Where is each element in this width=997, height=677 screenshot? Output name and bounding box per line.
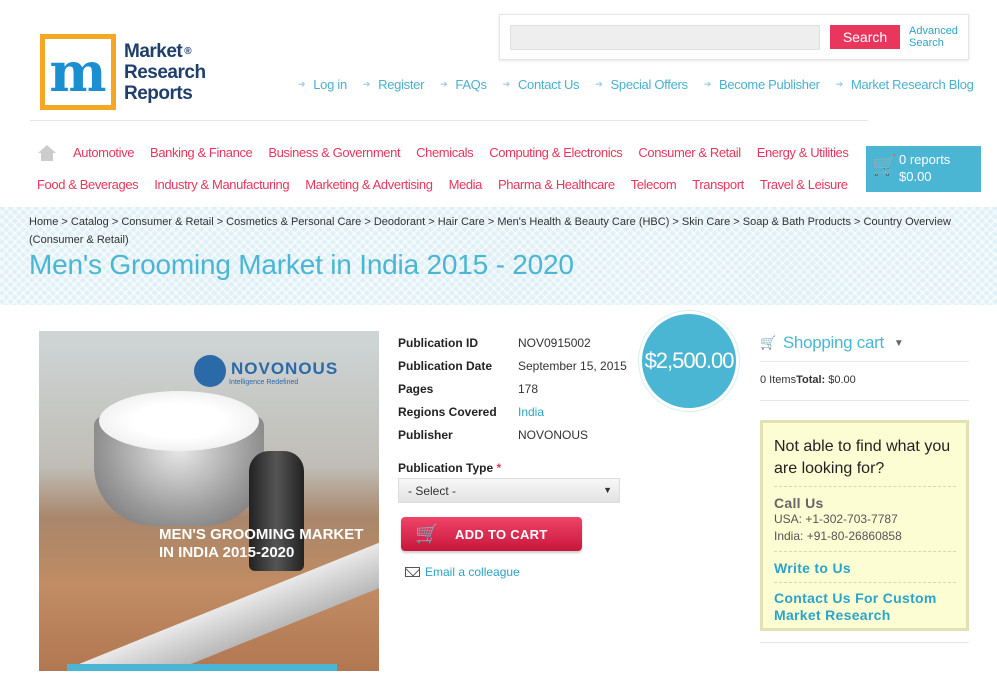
detail-value: September 15, 2015 <box>518 358 627 373</box>
cover-bar <box>67 664 337 671</box>
divider <box>760 361 969 362</box>
custom-research-link[interactable]: Contact Us For Custom Market Research <box>774 590 956 624</box>
category-banking-finance[interactable]: Banking & Finance <box>150 145 253 161</box>
detail-row: Publication Date September 15, 2015 <box>398 354 627 377</box>
search-input[interactable] <box>510 25 820 50</box>
cover-brand-tagline: Intelligence Redefined <box>229 379 299 386</box>
arrow-right-icon: ➔ <box>835 79 844 89</box>
novonous-logo-mark <box>194 355 226 387</box>
report-cover-image: NOVONOUS Intelligence Redefined MEN'S GR… <box>39 331 379 671</box>
top-link-register[interactable]: ➔ Register <box>362 77 425 92</box>
category-marketing-advertising[interactable]: Marketing & Advertising <box>305 177 433 192</box>
detail-row: Pages 178 <box>398 377 627 400</box>
top-link-become-publisher[interactable]: ➔ Become Publisher <box>704 77 820 92</box>
divider <box>760 400 969 401</box>
header-cart-button[interactable]: 🛒 0 reports $0.00 <box>866 146 981 192</box>
divider <box>30 120 868 121</box>
shopping-cart-totals: 0 ItemsTotal: $0.00 <box>760 374 856 386</box>
category-travel-leisure[interactable]: Travel & Leisure <box>760 177 848 192</box>
detail-row: Publisher NOVONOUS <box>398 423 627 446</box>
site-logo[interactable]: m Market ® Research Reports <box>40 32 230 112</box>
category-media[interactable]: Media <box>449 177 483 192</box>
cover-foam <box>99 391 259 451</box>
top-link-log-in[interactable]: ➔ Log in <box>298 77 347 92</box>
detail-label: Pages <box>398 381 434 396</box>
category-energy-utilities[interactable]: Energy & Utilities <box>757 145 849 161</box>
top-link-special-offers[interactable]: ➔ Special Offers <box>595 77 688 92</box>
search-button[interactable]: Search <box>830 25 900 49</box>
logo-mark: m <box>40 34 116 110</box>
help-box: Not able to find what you are looking fo… <box>760 420 969 631</box>
add-to-cart-button[interactable]: 🛒 ADD TO CART <box>401 517 582 551</box>
advanced-search-link[interactable]: Advanced Search <box>909 25 958 49</box>
category-business-government[interactable]: Business & Government <box>268 145 400 161</box>
cover-brand: NOVONOUS <box>231 359 339 378</box>
detail-label: Publication ID <box>398 335 479 350</box>
arrow-right-icon: ➔ <box>502 79 511 89</box>
arrow-right-icon: ➔ <box>298 79 306 89</box>
breadcrumb[interactable]: Home > Catalog > Consumer & Retail > Cos… <box>29 213 959 249</box>
email-colleague-link[interactable]: Email a colleague <box>405 565 520 579</box>
search-box: Search Advanced Search <box>499 14 969 60</box>
category-industry-manufacturing[interactable]: Industry & Manufacturing <box>154 177 289 192</box>
detail-row: Regions Covered India <box>398 400 627 423</box>
dropdown-arrow-icon: ▼ <box>603 485 612 495</box>
top-link-market-research-blog[interactable]: ➔ Market Research Blog <box>836 77 974 92</box>
category-transport[interactable]: Transport <box>692 177 744 192</box>
detail-label: Regions Covered <box>398 404 497 419</box>
envelope-icon <box>405 567 420 577</box>
call-us-heading: Call Us <box>774 495 824 511</box>
category-nav-row-2: Food & Beverages Industry & Manufacturing… <box>37 177 848 192</box>
arrow-right-icon: ➔ <box>440 79 448 89</box>
category-pharma-healthcare[interactable]: Pharma & Healthcare <box>498 177 615 192</box>
category-food-beverages[interactable]: Food & Beverages <box>37 177 139 192</box>
page-title: Men's Grooming Market in India 2015 - 20… <box>29 249 574 280</box>
logo-text: Market ® Research Reports <box>124 40 206 104</box>
detail-value[interactable]: India <box>518 405 544 419</box>
detail-row: Publication ID NOV0915002 <box>398 331 627 354</box>
detail-label: Publication Date <box>398 358 493 373</box>
chevron-down-icon: ▼ <box>893 337 904 349</box>
cart-icon: 🛒 <box>415 524 439 545</box>
category-chemicals[interactable]: Chemicals <box>416 145 473 161</box>
arrow-right-icon: ➔ <box>362 79 371 89</box>
arrow-right-icon: ➔ <box>703 79 712 89</box>
price-badge: $2,500.00 <box>639 311 739 411</box>
top-link-contact-us[interactable]: ➔ Contact Us <box>503 77 580 92</box>
home-icon[interactable] <box>38 145 56 161</box>
write-to-us-link[interactable]: Write to Us <box>774 560 956 583</box>
publication-type-select[interactable]: - Select - ▼ <box>398 478 620 503</box>
publication-details: Publication ID NOV0915002 Publication Date… <box>398 331 627 446</box>
top-link-faqs[interactable]: ➔ FAQs <box>440 77 487 92</box>
cart-icon: 🛒 <box>760 335 776 350</box>
detail-value: 178 <box>518 381 539 396</box>
shopping-cart-header[interactable]: 🛒 Shopping cart ▼ <box>760 333 904 353</box>
category-automotive[interactable]: Automotive <box>73 145 134 161</box>
publication-type-label: Publication Type * <box>398 461 502 475</box>
category-computing-electronics[interactable]: Computing & Electronics <box>489 145 623 161</box>
cover-title: MEN'S GROOMING MARKET IN INDIA 2015-2020 <box>159 526 364 561</box>
phone-india: India: +91-80-26860858 <box>774 529 902 543</box>
cart-amount: $0.00 <box>899 169 932 184</box>
cart-icon: 🛒 <box>872 155 897 177</box>
category-telecom[interactable]: Telecom <box>631 177 677 192</box>
phone-usa: USA: +1-302-703-7787 <box>774 512 898 526</box>
detail-label: Publisher <box>398 427 453 442</box>
help-question: Not able to find what you are looking fo… <box>774 436 956 487</box>
detail-value: NOV0915002 <box>518 335 591 350</box>
category-consumer-retail[interactable]: Consumer & Retail <box>638 145 741 161</box>
top-links: ➔ Log in ➔ Register ➔ FAQs ➔ Contact Us ➔ Special… <box>298 77 990 92</box>
category-nav-row-1: Automotive Banking & Finance Business & Go… <box>38 145 849 161</box>
arrow-right-icon: ➔ <box>595 79 603 89</box>
detail-value: NOVONOUS <box>518 427 589 442</box>
cart-reports-count: 0 reports <box>899 152 951 167</box>
divider <box>760 642 969 643</box>
